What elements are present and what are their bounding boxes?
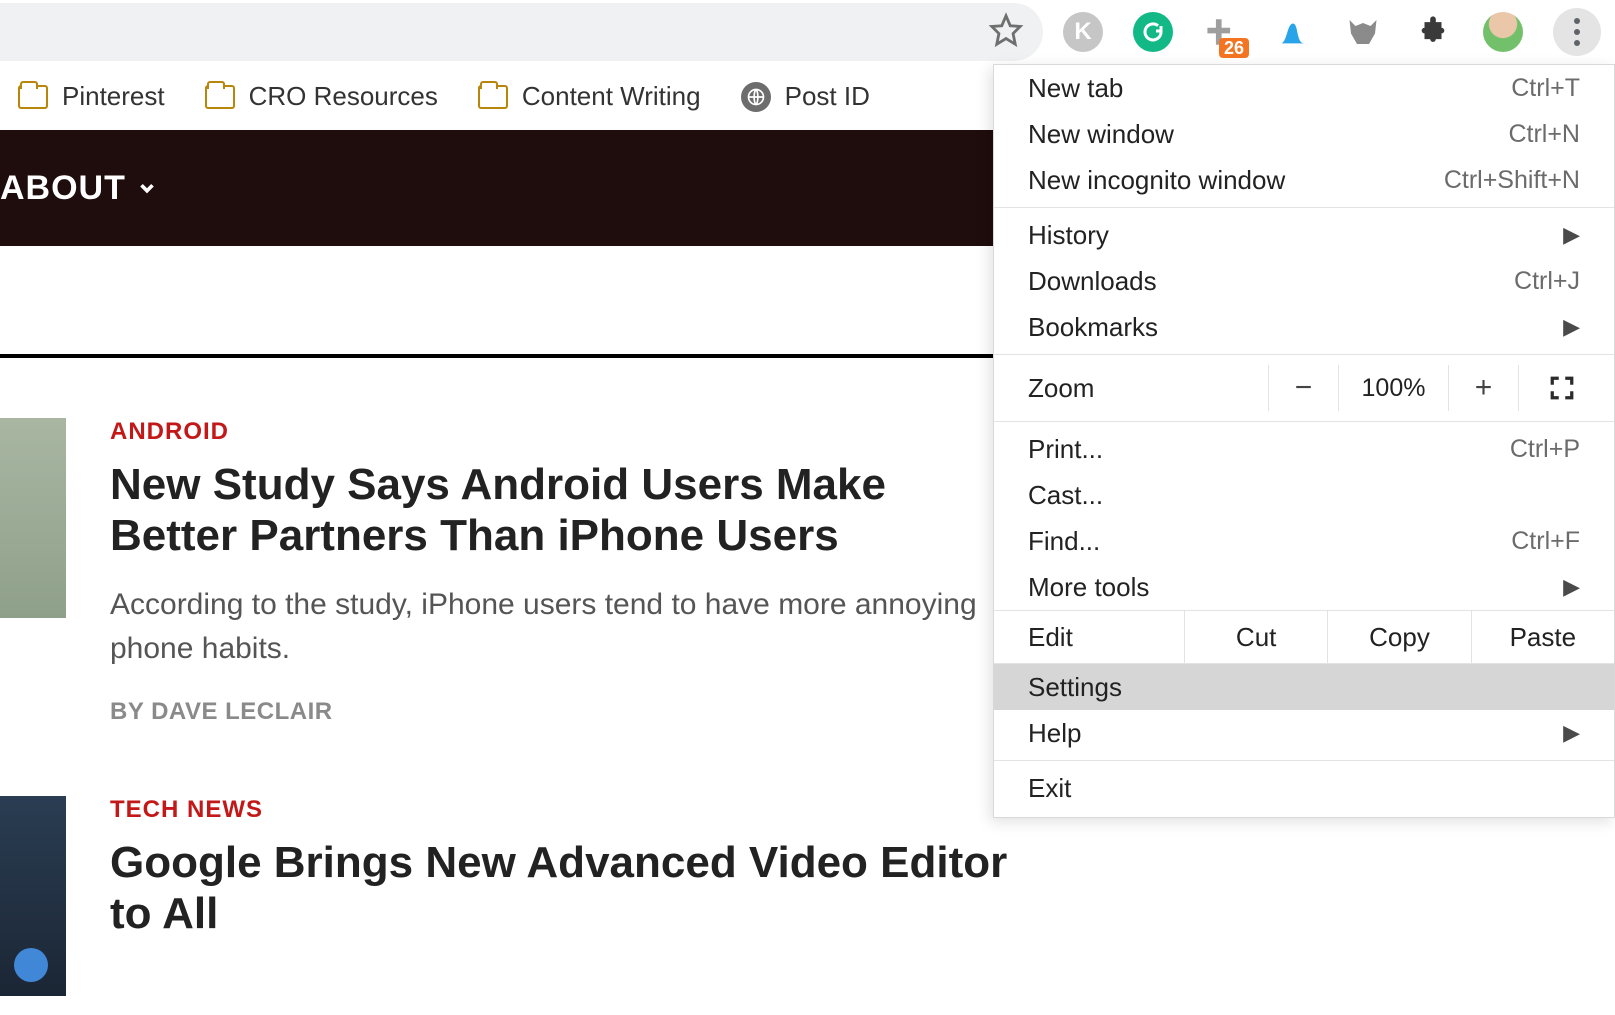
menu-print[interactable]: Print... Ctrl+P [994, 426, 1614, 472]
bookmark-star-icon[interactable] [989, 13, 1023, 52]
article-byline: BY DAVE LECLAIR [110, 698, 1010, 726]
menu-label: Find... [1028, 526, 1100, 557]
chevron-down-icon [136, 169, 158, 208]
extension-grammarly-icon[interactable] [1133, 12, 1173, 52]
menu-separator [994, 421, 1614, 422]
chrome-menu: New tab Ctrl+T New window Ctrl+N New inc… [993, 64, 1615, 818]
chevron-right-icon: ▶ [1563, 720, 1580, 746]
menu-cast[interactable]: Cast... [994, 472, 1614, 518]
menu-zoom: Zoom − 100% + [994, 359, 1614, 417]
article-category[interactable]: ANDROID [110, 418, 1010, 446]
menu-label: Cast... [1028, 480, 1103, 511]
menu-new-incognito[interactable]: New incognito window Ctrl+Shift+N [994, 157, 1614, 203]
menu-label: Print... [1028, 434, 1103, 465]
menu-separator [994, 354, 1614, 355]
nav-about[interactable]: ABOUT [0, 169, 158, 208]
menu-label: Bookmarks [1028, 312, 1158, 343]
article-thumbnail [0, 418, 66, 618]
menu-label: New tab [1028, 73, 1123, 104]
menu-edit-label: Edit [994, 611, 1184, 663]
article-category[interactable]: TECH NEWS [110, 796, 1010, 824]
menu-shortcut: Ctrl+P [1510, 435, 1580, 464]
bookmark-label: CRO Resources [249, 81, 438, 112]
article-thumbnail [0, 796, 66, 996]
zoom-out-button[interactable]: − [1268, 365, 1338, 411]
menu-label: New incognito window [1028, 165, 1285, 196]
extension-k-icon[interactable]: K [1063, 12, 1103, 52]
menu-edit-copy[interactable]: Copy [1327, 611, 1470, 663]
article-body: TECH NEWS Google Brings New Advanced Vid… [110, 796, 1010, 996]
menu-label: Zoom [1028, 373, 1268, 404]
bookmark-content-writing[interactable]: Content Writing [478, 81, 701, 112]
menu-find[interactable]: Find... Ctrl+F [994, 518, 1614, 564]
article-headline[interactable]: Google Brings New Advanced Video Editor … [110, 838, 1010, 939]
article-card[interactable]: TECH NEWS Google Brings New Advanced Vid… [0, 796, 1615, 996]
bookmark-post-id[interactable]: Post ID [741, 81, 870, 112]
article-excerpt: According to the study, iPhone users ten… [110, 583, 1010, 670]
menu-history[interactable]: History ▶ [994, 212, 1614, 258]
menu-label: New window [1028, 119, 1174, 150]
fullscreen-button[interactable] [1518, 365, 1604, 411]
menu-more-tools[interactable]: More tools ▶ [994, 564, 1614, 610]
menu-label: Downloads [1028, 266, 1157, 297]
folder-icon [18, 85, 48, 109]
chrome-menu-button[interactable] [1553, 8, 1601, 56]
bookmark-label: Content Writing [522, 81, 701, 112]
article-headline[interactable]: New Study Says Android Users Make Better… [110, 460, 1010, 561]
extension-badge: 26 [1219, 38, 1249, 58]
menu-new-tab[interactable]: New tab Ctrl+T [994, 65, 1614, 111]
bookmark-label: Pinterest [62, 81, 165, 112]
globe-icon [741, 82, 771, 112]
menu-label: Settings [1028, 672, 1122, 703]
extensions-puzzle-icon[interactable] [1413, 12, 1453, 52]
extensions-area: K 26 [1053, 8, 1615, 56]
address-bar[interactable] [0, 3, 1043, 61]
bookmark-label: Post ID [785, 81, 870, 112]
menu-exit[interactable]: Exit [994, 765, 1614, 811]
menu-shortcut: Ctrl+N [1508, 120, 1580, 149]
zoom-in-button[interactable]: + [1448, 365, 1518, 411]
profile-avatar[interactable] [1483, 12, 1523, 52]
menu-shortcut: Ctrl+T [1511, 74, 1580, 103]
menu-downloads[interactable]: Downloads Ctrl+J [994, 258, 1614, 304]
bookmark-cro-resources[interactable]: CRO Resources [205, 81, 438, 112]
zoom-value: 100% [1338, 365, 1448, 411]
menu-edit-row: Edit Cut Copy Paste [994, 610, 1614, 664]
chevron-right-icon: ▶ [1563, 574, 1580, 600]
menu-new-window[interactable]: New window Ctrl+N [994, 111, 1614, 157]
menu-settings[interactable]: Settings [994, 664, 1614, 710]
extension-wolf-icon[interactable] [1343, 12, 1383, 52]
menu-separator [994, 207, 1614, 208]
menu-separator [994, 760, 1614, 761]
menu-edit-cut[interactable]: Cut [1184, 611, 1327, 663]
menu-label: Exit [1028, 773, 1071, 804]
menu-bookmarks[interactable]: Bookmarks ▶ [994, 304, 1614, 350]
menu-help[interactable]: Help ▶ [994, 710, 1614, 756]
nav-about-label: ABOUT [0, 169, 126, 208]
chevron-right-icon: ▶ [1563, 222, 1580, 248]
folder-icon [205, 85, 235, 109]
chevron-right-icon: ▶ [1563, 314, 1580, 340]
menu-shortcut: Ctrl+Shift+N [1444, 166, 1580, 195]
menu-label: History [1028, 220, 1109, 251]
menu-label: Help [1028, 718, 1081, 749]
browser-chrome-strip: K 26 [0, 0, 1615, 64]
extension-clip-icon[interactable]: 26 [1203, 12, 1243, 52]
menu-shortcut: Ctrl+J [1514, 267, 1580, 296]
bookmark-pinterest[interactable]: Pinterest [18, 81, 165, 112]
extension-wave-icon[interactable] [1273, 12, 1313, 52]
menu-edit-paste[interactable]: Paste [1471, 611, 1614, 663]
article-body: ANDROID New Study Says Android Users Mak… [110, 418, 1010, 726]
menu-shortcut: Ctrl+F [1511, 527, 1580, 556]
folder-icon [478, 85, 508, 109]
menu-label: More tools [1028, 572, 1149, 603]
